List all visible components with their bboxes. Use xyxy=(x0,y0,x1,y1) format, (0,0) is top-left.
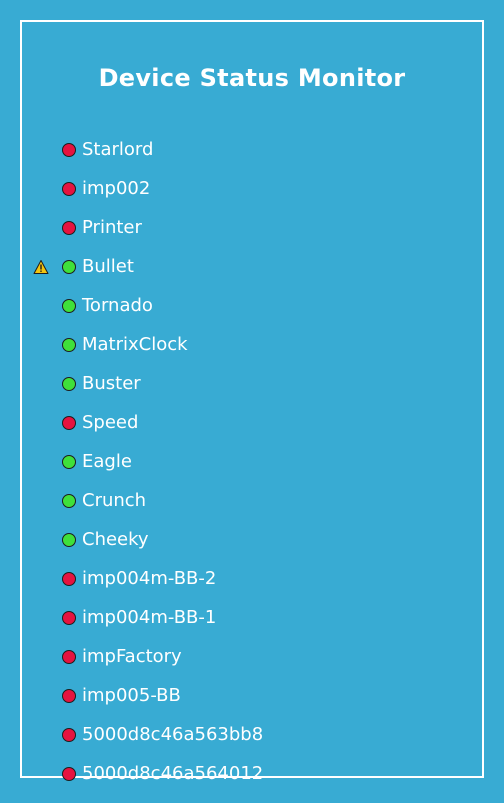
status-online-icon xyxy=(62,298,76,313)
device-row-speed[interactable]: Speed xyxy=(22,403,482,442)
device-name: Bullet xyxy=(82,255,134,277)
device-name: 5000d8c46a564012 xyxy=(82,762,264,784)
device-name: imp004m-BB-2 xyxy=(82,567,217,589)
device-row-cheeky[interactable]: Cheeky xyxy=(22,520,482,559)
device-row-imp004m-bb-2[interactable]: imp004m-BB-2 xyxy=(22,559,482,598)
device-row-impfactory[interactable]: impFactory xyxy=(22,637,482,676)
status-offline-icon xyxy=(62,181,76,196)
device-row-imp004m-bb-1[interactable]: imp004m-BB-1 xyxy=(22,598,482,637)
device-name: imp005-BB xyxy=(82,684,181,706)
status-online-icon xyxy=(62,454,76,469)
device-row-5000d8c46a563bb8[interactable]: 5000d8c46a563bb8 xyxy=(22,715,482,754)
device-name: imp004m-BB-1 xyxy=(82,606,217,628)
status-online-icon xyxy=(62,493,76,508)
warning-slot-empty xyxy=(33,142,49,158)
device-name: MatrixClock xyxy=(82,333,188,355)
warning-slot-empty xyxy=(33,532,49,548)
status-online-icon xyxy=(62,376,76,391)
device-name: Printer xyxy=(82,216,142,238)
device-name: Starlord xyxy=(82,138,154,160)
status-offline-icon xyxy=(62,142,76,157)
warning-slot-empty xyxy=(33,649,49,665)
device-row-matrixclock[interactable]: MatrixClock xyxy=(22,325,482,364)
status-online-icon xyxy=(62,532,76,547)
warning-slot-empty xyxy=(33,766,49,782)
warning-slot-empty xyxy=(33,688,49,704)
status-offline-icon xyxy=(62,415,76,430)
warning-slot-empty xyxy=(33,610,49,626)
status-online-icon xyxy=(62,337,76,352)
device-row-eagle[interactable]: Eagle xyxy=(22,442,482,481)
device-row-starlord[interactable]: Starlord xyxy=(22,130,482,169)
device-name: Crunch xyxy=(82,489,147,511)
device-name: Tornado xyxy=(82,294,153,316)
warning-slot-empty xyxy=(33,415,49,431)
device-name: 5000d8c46a563bb8 xyxy=(82,723,264,745)
device-name: Eagle xyxy=(82,450,132,472)
warning-slot-empty xyxy=(33,571,49,587)
status-online-icon xyxy=(62,259,76,274)
warning-slot-empty xyxy=(33,454,49,470)
device-row-buster[interactable]: Buster xyxy=(22,364,482,403)
device-name: Speed xyxy=(82,411,139,433)
status-offline-icon xyxy=(62,766,76,781)
warning-slot-empty xyxy=(33,181,49,197)
status-offline-icon xyxy=(62,571,76,586)
warning-icon xyxy=(33,259,49,275)
status-offline-icon xyxy=(62,220,76,235)
warning-slot-empty xyxy=(33,493,49,509)
device-list: Starlord imp002 Printer Bullet Tornado M… xyxy=(22,130,482,793)
device-row-bullet[interactable]: Bullet xyxy=(22,247,482,286)
status-offline-icon xyxy=(62,727,76,742)
device-name: Cheeky xyxy=(82,528,149,550)
device-row-5000d8c46a564012[interactable]: 5000d8c46a564012 xyxy=(22,754,482,793)
device-name: Buster xyxy=(82,372,141,394)
status-offline-icon xyxy=(62,688,76,703)
status-offline-icon xyxy=(62,610,76,625)
status-offline-icon xyxy=(62,649,76,664)
device-name: imp002 xyxy=(82,177,151,199)
warning-slot-empty xyxy=(33,337,49,353)
device-row-tornado[interactable]: Tornado xyxy=(22,286,482,325)
device-name: impFactory xyxy=(82,645,182,667)
page-title: Device Status Monitor xyxy=(98,64,406,92)
warning-slot-empty xyxy=(33,298,49,314)
device-row-printer[interactable]: Printer xyxy=(22,208,482,247)
warning-slot-empty xyxy=(33,376,49,392)
device-row-imp002[interactable]: imp002 xyxy=(22,169,482,208)
device-row-crunch[interactable]: Crunch xyxy=(22,481,482,520)
device-row-imp005-bb[interactable]: imp005-BB xyxy=(22,676,482,715)
device-status-panel: Device Status Monitor Starlord imp002 Pr… xyxy=(20,20,484,783)
warning-slot-empty xyxy=(33,727,49,743)
warning-slot-empty xyxy=(33,220,49,236)
